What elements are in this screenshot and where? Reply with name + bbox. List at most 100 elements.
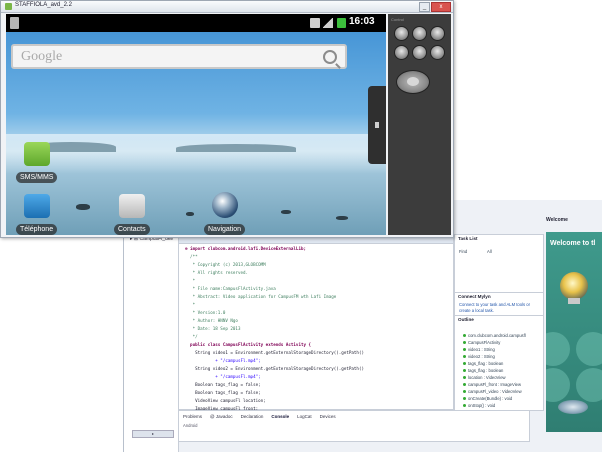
console-tab[interactable]: Problems [183,414,202,419]
outline-item[interactable]: CampusFlActivity [463,339,526,346]
code-line[interactable]: + "/campusFl.mp4"; [185,373,447,381]
outline-item[interactable]: location : VideoView [463,374,526,381]
outline-item[interactable]: campusFl_front : ImageView [463,381,526,388]
outline-item[interactable]: tags_flag : boolean [463,360,526,367]
dpad-center-button[interactable] [407,77,419,86]
welcome-page: Welcome to tl [546,232,602,432]
member-icon [463,348,466,351]
connect-title: Connect Mylyn [458,294,491,299]
welcome-tab[interactable]: Welcome [546,217,568,223]
outline-item-label: CampusFlActivity [468,340,501,345]
code-line[interactable]: * [185,301,447,309]
member-icon [463,376,466,379]
search-button[interactable] [430,45,445,60]
task-find-field[interactable]: Find [459,249,467,254]
contacts-icon [118,194,145,218]
minimize-button[interactable]: _ [419,2,430,12]
call-button[interactable] [394,45,409,60]
code-line[interactable]: VideoView campusFl location; [185,397,447,405]
connect-link[interactable]: Connect to your task and ALM tools or [459,302,530,307]
app-drawer-handle[interactable] [368,86,386,164]
welcome-circle[interactable] [576,332,602,366]
outline-item-label: location : VideoView [468,375,506,380]
home-button[interactable] [394,26,409,41]
google-search-bar[interactable]: Google [11,44,347,69]
outline-item-label: video1 : String [468,347,495,352]
console-tab[interactable]: Declaration [241,414,264,419]
android-icon [5,3,12,10]
member-icon [463,404,466,407]
wallpaper-horizon [6,134,386,174]
app-sms[interactable]: SMS/MMS [16,142,58,184]
code-line[interactable]: ⊕ import clubcom.android.lafi.DeviceExte… [185,245,447,253]
app-telephone[interactable]: Téléphone [16,194,58,235]
menu-button[interactable] [412,26,427,41]
android-screen[interactable]: 16:03 Google SMS/MMS Téléphone Contacts … [6,14,386,235]
code-editor[interactable]: ⊕ import clubcom.android.lafi.DeviceExte… [178,234,454,427]
code-content[interactable]: ⊕ import clubcom.android.lafi.DeviceExte… [185,245,447,429]
code-line[interactable]: Boolean tags_flag = false; [185,381,447,389]
code-line[interactable]: Boolean tags_flag = false; [185,389,447,397]
outline-title[interactable]: Outline [458,317,474,322]
status-bar[interactable]: 16:03 [6,14,386,32]
outline-item-label: video2 : String [468,354,495,359]
code-line[interactable]: * [185,277,447,285]
code-line[interactable]: * Version:1.0 [185,309,447,317]
dpad-control[interactable] [396,70,430,94]
welcome-circle[interactable] [546,332,570,366]
outline-item[interactable]: video1 : String [463,346,526,353]
welcome-circle[interactable] [576,368,602,402]
code-line[interactable]: public class CampusFlActivity extends Ac… [185,341,447,349]
member-icon [463,341,466,344]
console-tab[interactable]: Devices [320,414,336,419]
member-icon [463,383,466,386]
task-list-view: Task List Find All [454,234,544,294]
code-line[interactable]: + "/campusFl.mp4"; [185,357,447,365]
code-line[interactable]: * Date: 18 Sep 2013 [185,325,447,333]
console-tab[interactable]: LogCat [297,414,312,419]
code-line[interactable]: /** [185,253,447,261]
app-contacts[interactable]: Contacts [114,194,150,235]
code-line[interactable]: * File name:CampusFlActivity.java [185,285,447,293]
task-filter[interactable]: All [487,249,492,254]
outline-item[interactable]: onCreate(Bundle) : void [463,395,526,402]
explorer-scroll-button[interactable]: ▸ [132,430,174,438]
console-tab[interactable]: Console [271,414,289,419]
console-panel: Problems @ Javadoc Declaration Console LogCa… [178,410,530,442]
outline-item[interactable]: campusFl_video : VideoView [463,388,526,395]
close-button[interactable]: x [431,2,451,12]
welcome-circle[interactable] [546,368,570,402]
wallpaper-rock [76,204,90,210]
console-tab[interactable]: @ Javadoc [210,414,233,419]
outline-item-label: campusFl_video : VideoView [468,389,522,394]
outline-item[interactable]: tags_flag : boolean [463,367,526,374]
end-call-button[interactable] [412,45,427,60]
emulator-title: STAFFIOLA_avd_2.2 [15,2,72,8]
wallpaper-rock [186,212,194,216]
search-placeholder: Google [21,49,63,64]
battery-icon [337,18,346,28]
controls-label: Control [391,17,404,22]
app-label-contacts: Contacts [114,224,150,235]
code-line[interactable]: * Author: HNNV Ngo [185,317,447,325]
code-line[interactable]: * Abstract: Video application for Campus… [185,293,447,301]
code-line[interactable]: * All rights reserved. [185,269,447,277]
outline-item[interactable]: com.clubcom.android.campusfl [463,332,526,339]
member-icon [463,362,466,365]
member-icon [463,334,466,337]
outline-item[interactable]: video2 : String [463,353,526,360]
emulator-titlebar[interactable]: STAFFIOLA_avd_2.2 _ x [1,1,453,13]
task-list-title[interactable]: Task List [458,236,478,241]
member-icon [463,397,466,400]
create-task-link[interactable]: create a local task. [459,308,494,313]
code-line[interactable]: String video2 = Environment.getExternalS… [185,365,447,373]
app-navigation[interactable]: Navigation [204,192,246,235]
code-line[interactable]: * Copyright (c) 2013,GLOBCOMM [185,261,447,269]
planet-icon [558,400,588,414]
code-line[interactable]: */ [185,333,447,341]
package-explorer: ▸ ⊞ CampusFl_uke ▸ [124,234,179,452]
back-button[interactable] [430,26,445,41]
search-icon[interactable] [323,50,337,64]
code-line[interactable]: String video1 = Environment.getExternalS… [185,349,447,357]
outline-item[interactable]: onStop() : void [463,402,526,409]
